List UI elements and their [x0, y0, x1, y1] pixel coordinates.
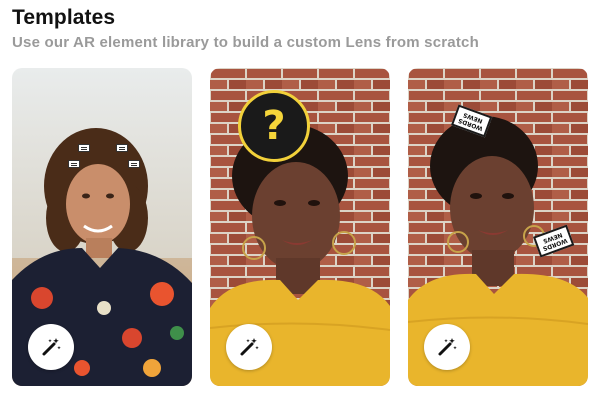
page-title: Templates	[12, 6, 116, 29]
tracker-chip	[116, 144, 128, 152]
tracker-chip	[78, 144, 90, 152]
question-mark: ?	[262, 103, 286, 149]
magic-wand-icon	[42, 338, 61, 356]
use-template-button[interactable]	[226, 324, 272, 370]
template-card-1[interactable]	[12, 68, 192, 386]
use-template-button[interactable]	[28, 324, 74, 370]
magic-wand-icon	[438, 338, 457, 356]
use-template-button[interactable]	[424, 324, 470, 370]
tracker-chip	[68, 160, 80, 168]
question-bubble: ?	[238, 90, 310, 162]
page-subtitle: Use our AR element library to build a cu…	[12, 34, 479, 51]
magic-wand-icon	[240, 338, 259, 356]
template-card-3[interactable]: WORDS NEWS WORDS NEWS	[408, 68, 588, 386]
tracker-chip	[128, 160, 140, 168]
template-card-2[interactable]: ?	[210, 68, 390, 386]
